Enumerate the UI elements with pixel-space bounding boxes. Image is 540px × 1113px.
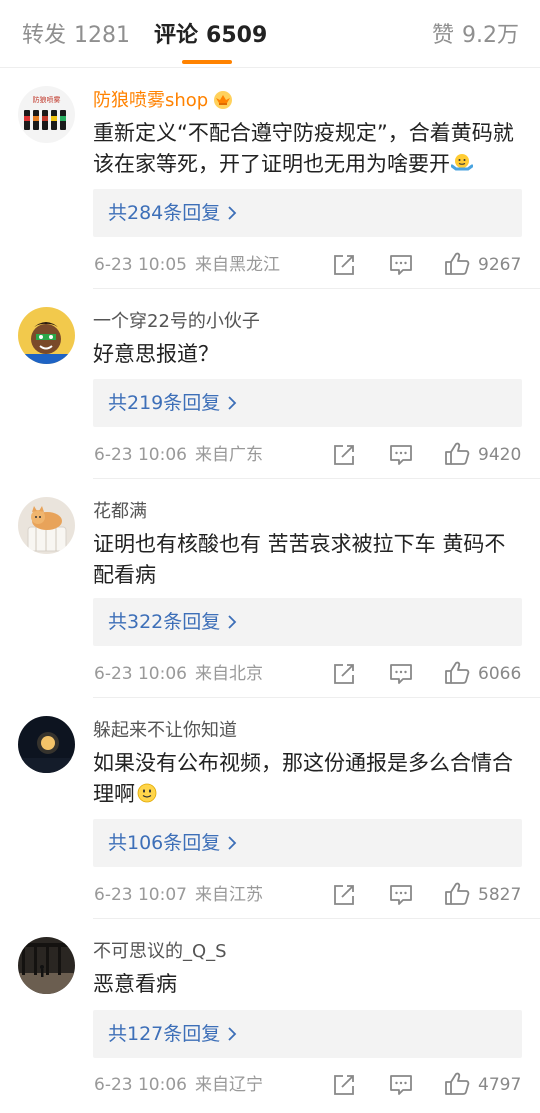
avatar[interactable] xyxy=(18,307,75,364)
comment-icon[interactable] xyxy=(388,882,414,908)
divider xyxy=(93,288,540,289)
chevron-right-icon xyxy=(228,396,237,410)
view-replies-link[interactable]: 共284条回复 xyxy=(93,189,522,237)
username[interactable]: 防狼喷雾shop xyxy=(93,89,234,113)
comment-text: 好意思报道？ xyxy=(93,342,219,366)
chevron-right-icon xyxy=(228,1027,237,1041)
replies-count-text: 共106条回复 xyxy=(108,832,221,854)
like-count: 5827 xyxy=(478,885,522,905)
username[interactable]: 花都满 xyxy=(93,500,147,524)
comment-item: 防狼喷雾 防狼喷雾shop 重新定义“不配合遵守防疫规定”，合着黄码就该在家等死… xyxy=(0,69,540,289)
crown-icon xyxy=(212,89,234,109)
share-icon[interactable] xyxy=(331,1072,357,1098)
tab-comments-count: 6509 xyxy=(206,23,268,48)
avatar[interactable] xyxy=(18,497,75,554)
divider xyxy=(93,918,540,919)
share-icon[interactable] xyxy=(331,661,357,687)
comment-location: 来自辽宁 xyxy=(194,1075,263,1095)
share-icon[interactable] xyxy=(331,442,357,468)
avatar-logo-text: 防狼喷雾 xyxy=(33,95,61,104)
like-thumb-icon[interactable] xyxy=(444,1071,470,1097)
active-tab-indicator xyxy=(182,60,232,64)
like-count: 9420 xyxy=(478,445,522,465)
like-count: 6066 xyxy=(478,664,522,684)
comment-location: 来自北京 xyxy=(194,664,263,684)
comment-time: 6-23 10:06 xyxy=(94,664,187,684)
divider xyxy=(93,697,540,698)
like-count: 4797 xyxy=(478,1075,522,1095)
comment-time: 6-23 10:05 xyxy=(94,255,187,275)
replies-count-text: 共127条回复 xyxy=(108,1023,221,1045)
tab-likes-label: 赞 xyxy=(431,23,454,48)
view-replies-link[interactable]: 共127条回复 xyxy=(93,1010,522,1058)
like-thumb-icon[interactable] xyxy=(444,251,470,277)
comment-item: 一个穿22号的小伙子 好意思报道？ 共219条回复 6-23 10:06 来自广东… xyxy=(0,290,540,479)
replies-count-text: 共284条回复 xyxy=(108,202,221,224)
view-replies-link[interactable]: 共219条回复 xyxy=(93,379,522,427)
comment-meta: 6-23 10:06 来自北京 xyxy=(94,662,263,686)
comment-item: 躲起来不让你知道 如果没有公布视频，那这份通报是多么合情合理啊 共106条回复 … xyxy=(0,699,540,919)
comment-text: 恶意看病 xyxy=(93,972,177,996)
comment-location: 来自江苏 xyxy=(194,885,263,905)
avatar[interactable] xyxy=(18,937,75,994)
like-thumb-icon[interactable] xyxy=(444,881,470,907)
tab-likes[interactable]: 赞 9.2万 xyxy=(432,20,519,52)
replies-count-text: 共219条回复 xyxy=(108,392,221,414)
comment-text: 证明也有核酸也有 苦苦哀求被拉下车 黄码不配看病 xyxy=(93,532,506,587)
username[interactable]: 一个穿22号的小伙子 xyxy=(93,310,260,334)
chevron-right-icon xyxy=(228,836,237,850)
share-icon[interactable] xyxy=(331,252,357,278)
avatar[interactable] xyxy=(18,716,75,773)
comment-text: 重新定义“不配合遵守防疫规定”，合着黄码就该在家等死，开了证明也无用为啥要开 xyxy=(93,118,524,180)
avatar[interactable]: 防狼喷雾 xyxy=(18,86,75,143)
tab-repost-label: 转发 xyxy=(22,23,67,48)
chevron-right-icon xyxy=(228,206,237,220)
tab-repost[interactable]: 转发 1281 xyxy=(22,20,130,52)
view-replies-link[interactable]: 共322条回复 xyxy=(93,598,522,646)
comment-icon[interactable] xyxy=(388,252,414,278)
comment-time: 6-23 10:06 xyxy=(94,445,187,465)
replies-count-text: 共322条回复 xyxy=(108,611,221,633)
tab-bar: 转发 1281 评论 6509 赞 9.2万 xyxy=(0,0,540,68)
comment-location: 来自黑龙江 xyxy=(194,255,280,275)
comment-meta: 6-23 10:07 来自江苏 xyxy=(94,883,263,907)
comment-meta: 6-23 10:06 来自广东 xyxy=(94,443,263,467)
comment-meta: 6-23 10:06 来自辽宁 xyxy=(94,1073,263,1097)
comment-item: 不可思议的_Q_S 恶意看病 共127条回复 6-23 10:06 来自辽宁 47… xyxy=(0,920,540,1113)
shrug-emoji xyxy=(450,152,474,174)
like-count: 9267 xyxy=(478,255,522,275)
like-thumb-icon[interactable] xyxy=(444,660,470,686)
tab-comments-label: 评论 xyxy=(154,23,199,48)
comment-text: 如果没有公布视频，那这份通报是多么合情合理啊 xyxy=(93,748,524,810)
comment-icon[interactable] xyxy=(388,661,414,687)
view-replies-link[interactable]: 共106条回复 xyxy=(93,819,522,867)
like-thumb-icon[interactable] xyxy=(444,441,470,467)
username[interactable]: 不可思议的_Q_S xyxy=(93,940,227,964)
tab-repost-count: 1281 xyxy=(74,23,131,48)
tab-likes-count: 9.2万 xyxy=(462,23,519,48)
chevron-right-icon xyxy=(228,615,237,629)
divider xyxy=(93,478,540,479)
username-text: 防狼喷雾shop xyxy=(93,90,209,111)
comment-icon[interactable] xyxy=(388,442,414,468)
comment-item: 花都满 证明也有核酸也有 苦苦哀求被拉下车 黄码不配看病 共322条回复 6-2… xyxy=(0,480,540,698)
share-icon[interactable] xyxy=(331,882,357,908)
comment-time: 6-23 10:06 xyxy=(94,1075,187,1095)
smile-emoji xyxy=(136,782,158,804)
username[interactable]: 躲起来不让你知道 xyxy=(93,719,237,743)
tab-comments[interactable]: 评论 6509 xyxy=(154,20,267,52)
comment-time: 6-23 10:07 xyxy=(94,885,187,905)
comment-meta: 6-23 10:05 来自黑龙江 xyxy=(94,253,280,277)
comment-location: 来自广东 xyxy=(194,445,263,465)
comment-icon[interactable] xyxy=(388,1072,414,1098)
